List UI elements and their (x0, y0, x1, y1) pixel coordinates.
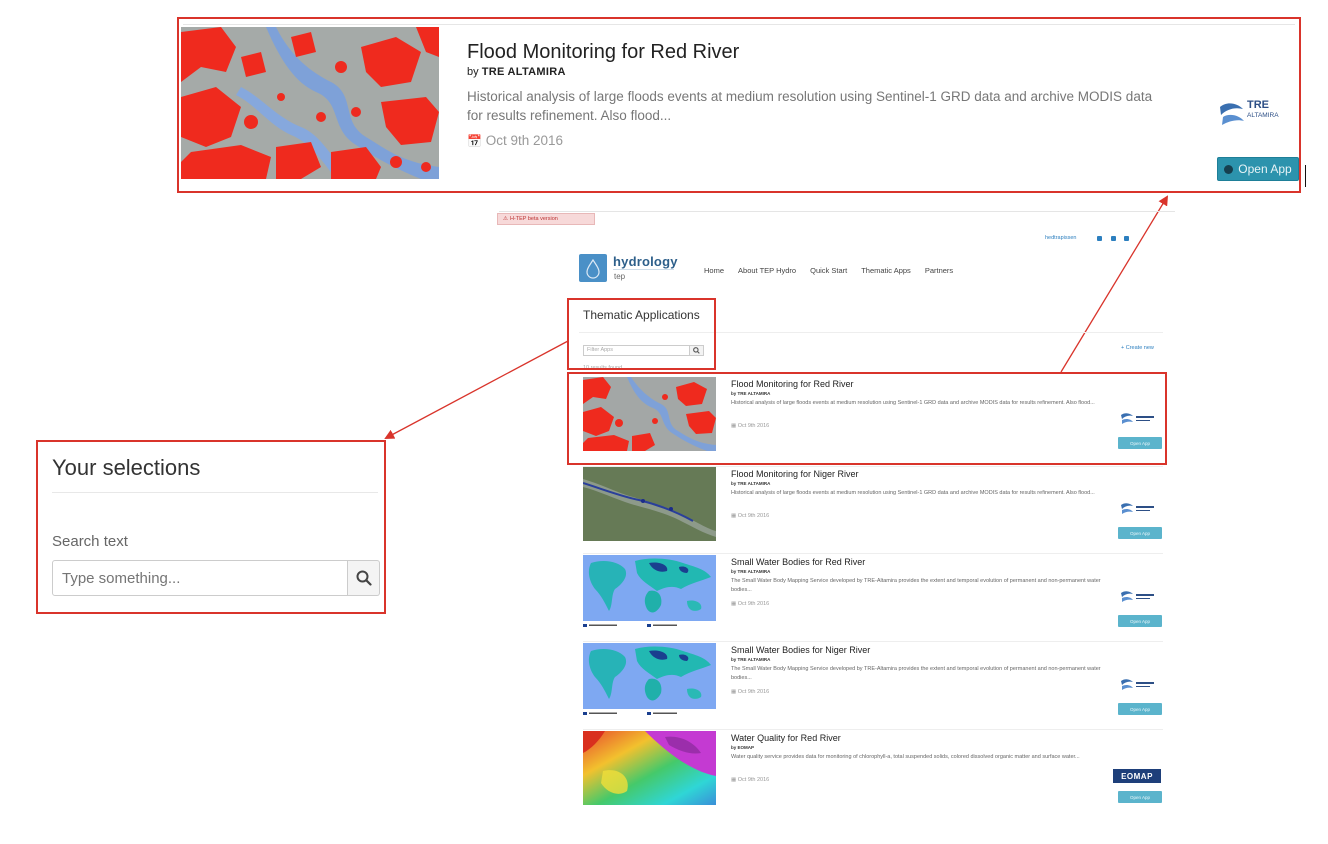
row-separator (583, 729, 1163, 730)
tre-altamira-logo: TRE ALTAMIRA (1217, 95, 1293, 131)
calendar-icon: ▦ (731, 513, 737, 519)
open-app-button[interactable]: Open App (1118, 527, 1162, 539)
zoom-open-label: Open App (1238, 162, 1292, 176)
user-link[interactable]: hedtrapissen (1045, 235, 1077, 241)
beta-badge-text: H-TEP beta version (509, 216, 558, 222)
app-date-text: Oct 9th 2016 (737, 777, 770, 783)
app-title[interactable]: Water Quality for Red River (731, 733, 841, 743)
logout-icon[interactable] (1124, 236, 1129, 241)
zoom-app-author: by TRE ALTAMIRA (467, 66, 566, 78)
selections-panel: Your selections Search text (36, 440, 386, 614)
calendar-icon: ▦ (731, 601, 737, 607)
nav-partners[interactable]: Partners (925, 266, 953, 275)
app-author: by TRE ALTAMIRA (731, 481, 771, 486)
calendar-icon: ▦ (731, 777, 737, 783)
flood-niger-river-thumbnail (583, 467, 716, 541)
app-date-text: Oct 9th 2016 (737, 513, 770, 519)
zoom-app-description: Historical analysis of large floods even… (467, 89, 1153, 123)
app-date: ▦ Oct 9th 2016 (731, 601, 769, 607)
app-title[interactable]: Flood Monitoring for Niger River (731, 469, 859, 479)
zoom-by-prefix: by (467, 66, 479, 78)
zoom-author-name: TRE ALTAMIRA (481, 66, 566, 78)
app-date-text: Oct 9th 2016 (737, 689, 770, 695)
zoom-date-text: Oct 9th 2016 (485, 133, 564, 148)
app-date: ▦ Oct 9th 2016 (731, 689, 769, 695)
hydrology-logo-text[interactable]: hydrology (613, 254, 678, 269)
open-app-button[interactable]: Open App (1118, 791, 1162, 803)
mini-page-top-border (499, 211, 1175, 212)
app-date-text: Oct 9th 2016 (737, 601, 770, 607)
tre-altamira-logo (1121, 413, 1154, 424)
selections-title: Your selections (52, 455, 201, 480)
nav-home[interactable]: Home (704, 266, 724, 275)
warning-icon: ⚠ (503, 216, 508, 222)
arrow-to-selections (384, 340, 569, 439)
selections-divider (52, 492, 378, 493)
zoomed-app-card: Flood Monitoring for Red River by TRE AL… (177, 17, 1301, 193)
eomap-logo-text: EOMAP (1121, 771, 1153, 781)
zoom-app-date: 📅 Oct 9th 2016 (467, 133, 563, 148)
world-water-bodies-thumbnail (583, 643, 716, 717)
settings-icon[interactable] (1111, 236, 1116, 241)
flood-red-river-thumbnail (583, 377, 716, 451)
nav-thematic-apps[interactable]: Thematic Apps (861, 266, 911, 275)
search-icon (356, 570, 372, 586)
highlight-filter-area (567, 298, 716, 370)
app-title[interactable]: Small Water Bodies for Red River (731, 557, 865, 567)
tre-altamira-logo (1121, 591, 1154, 602)
zoom-logo-line2: ALTAMIRA (1247, 112, 1279, 119)
app-title[interactable]: Flood Monitoring for Red River (731, 379, 854, 389)
app-description: The Small Water Body Mapping Service dev… (731, 666, 1101, 681)
open-app-button[interactable]: Open App (1118, 437, 1162, 449)
calendar-icon: 📅 (467, 134, 482, 148)
zoom-open-app-button[interactable]: Open App (1217, 157, 1299, 181)
app-row: Small Water Bodies for Red River by TRE … (583, 555, 1163, 631)
tre-altamira-logo (1121, 679, 1154, 690)
search-button[interactable] (348, 560, 380, 596)
hydrology-logo-sub: tep (614, 272, 626, 281)
tre-altamira-logo (1121, 503, 1154, 514)
app-description: Historical analysis of large floods even… (731, 490, 1095, 496)
open-app-button[interactable]: Open App (1118, 615, 1162, 627)
app-title[interactable]: Small Water Bodies for Niger River (731, 645, 870, 655)
app-row: Flood Monitoring for Red River by TRE AL… (583, 377, 1163, 453)
search-text-label: Search text (52, 533, 128, 550)
app-date: ▦ Oct 9th 2016 (731, 423, 769, 429)
app-author: by TRE ALTAMIRA (731, 657, 771, 662)
row-separator (583, 553, 1163, 554)
logo-underline (613, 269, 674, 270)
app-date-text: Oct 9th 2016 (737, 423, 770, 429)
calendar-icon: ▦ (731, 423, 737, 429)
app-row: Water Quality for Red River by EOMAP Wat… (583, 731, 1163, 807)
app-row: Small Water Bodies for Niger River by TR… (583, 643, 1163, 719)
hydrology-logo-icon[interactable] (579, 254, 607, 282)
app-date: ▦ Oct 9th 2016 (731, 513, 769, 519)
nav-quick-start[interactable]: Quick Start (810, 266, 847, 275)
app-author: by TRE ALTAMIRA (731, 569, 771, 574)
globe-icon (1224, 164, 1234, 174)
zoom-logo-line1: TRE (1247, 99, 1269, 111)
beta-badge: ⚠ H-TEP beta version (497, 213, 595, 225)
app-row: Flood Monitoring for Niger River by TRE … (583, 467, 1163, 543)
calendar-icon: ▦ (731, 689, 737, 695)
search-input[interactable] (52, 560, 348, 596)
app-author: by TRE ALTAMIRA (731, 391, 771, 396)
eomap-logo: EOMAP (1113, 769, 1161, 783)
app-description: The Small Water Body Mapping Service dev… (731, 578, 1101, 593)
flood-map-thumbnail (181, 27, 439, 179)
envelope-icon[interactable] (1097, 236, 1102, 241)
app-date: ▦ Oct 9th 2016 (731, 777, 769, 783)
app-description: Historical analysis of large floods even… (731, 400, 1095, 406)
app-description: Water quality service provides data for … (731, 754, 1080, 760)
app-author: by EOMAP (731, 745, 755, 750)
water-quality-thumbnail (583, 731, 716, 805)
create-new-link[interactable]: + Create new (1121, 345, 1154, 351)
row-separator (583, 641, 1163, 642)
open-app-button[interactable]: Open App (1118, 703, 1162, 715)
nav-about[interactable]: About TEP Hydro (738, 266, 796, 275)
world-water-bodies-thumbnail (583, 555, 716, 629)
zoom-app-title[interactable]: Flood Monitoring for Red River (467, 41, 739, 64)
main-nav: Home About TEP Hydro Quick Start Themati… (704, 266, 953, 275)
text-cursor (1305, 165, 1306, 187)
